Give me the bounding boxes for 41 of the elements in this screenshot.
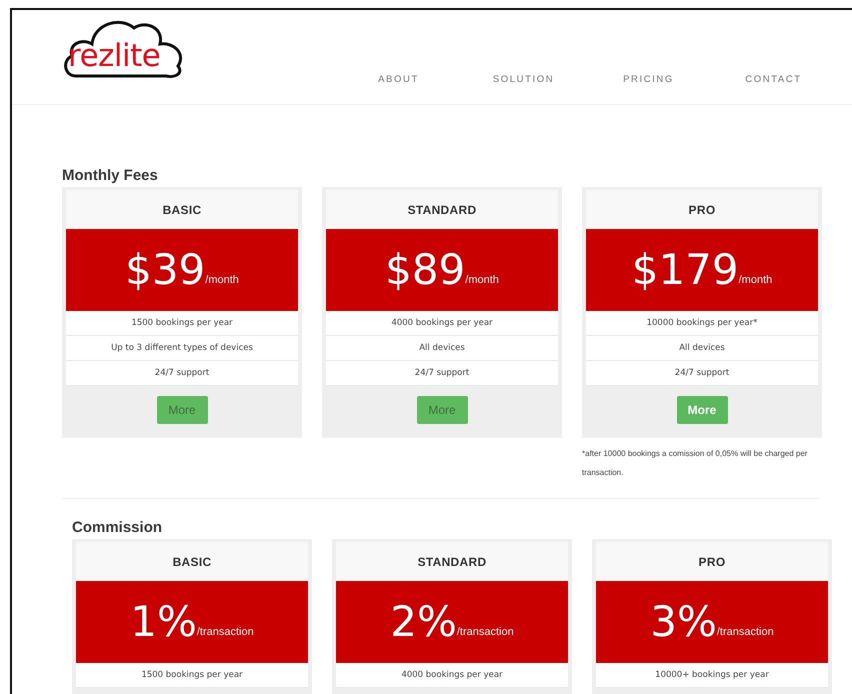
more-button[interactable]: More [156, 396, 208, 424]
price: $179 [632, 249, 739, 291]
plan-name: PRO [596, 542, 828, 581]
plan-name: BASIC [76, 542, 308, 581]
price: 1% [130, 601, 197, 643]
feature-row: All devices [586, 336, 818, 361]
feature-row: All devices [326, 336, 558, 361]
price: $39 [125, 249, 206, 291]
price-unit: /transaction [456, 626, 514, 638]
price: 3% [650, 601, 717, 643]
plan-name: BASIC [66, 190, 298, 229]
feature-row: 24/7 support [326, 361, 558, 386]
plan-name: PRO [586, 190, 818, 229]
price-unit: /month [738, 274, 772, 286]
section-title: Commission [72, 518, 164, 535]
feature-row: 24/7 support [66, 361, 298, 386]
feature-row: 1500 bookings per year [76, 663, 308, 688]
feature-row: Up to 3 different types of devices [66, 336, 298, 361]
nav-link[interactable]: ABOUT [336, 74, 461, 85]
price-unit: /transaction [716, 626, 774, 638]
more-button[interactable]: More [676, 396, 728, 424]
plan-name: STANDARD [336, 542, 568, 581]
section-title: Monthly Fees [62, 166, 159, 183]
feature-row: 10000+ bookings per year [596, 663, 828, 688]
feature-row: 24/7 support [586, 361, 818, 386]
price: $89 [385, 249, 466, 291]
nav-link[interactable]: PRICING [586, 74, 711, 85]
price: 2% [390, 601, 457, 643]
feature-row: 1500 bookings per year [66, 311, 298, 336]
feature-row: 4000 bookings per year [326, 311, 558, 336]
footnote: *after 10000 bookings a comission of 0,05% will be charged per transaction. [582, 448, 808, 479]
feature-row: 4000 bookings per year [336, 663, 568, 688]
nav-link[interactable]: CONTACT [711, 74, 836, 85]
price-unit: /month [465, 274, 499, 286]
plan-name: STANDARD [326, 190, 558, 229]
logo-text: rezlite [68, 38, 160, 74]
more-button[interactable]: More [416, 396, 468, 424]
nav-link[interactable]: SOLUTION [461, 74, 586, 85]
feature-row: 10000 bookings per year* [586, 311, 818, 336]
price-unit: /transaction [196, 626, 254, 638]
price-unit: /month [205, 274, 239, 286]
